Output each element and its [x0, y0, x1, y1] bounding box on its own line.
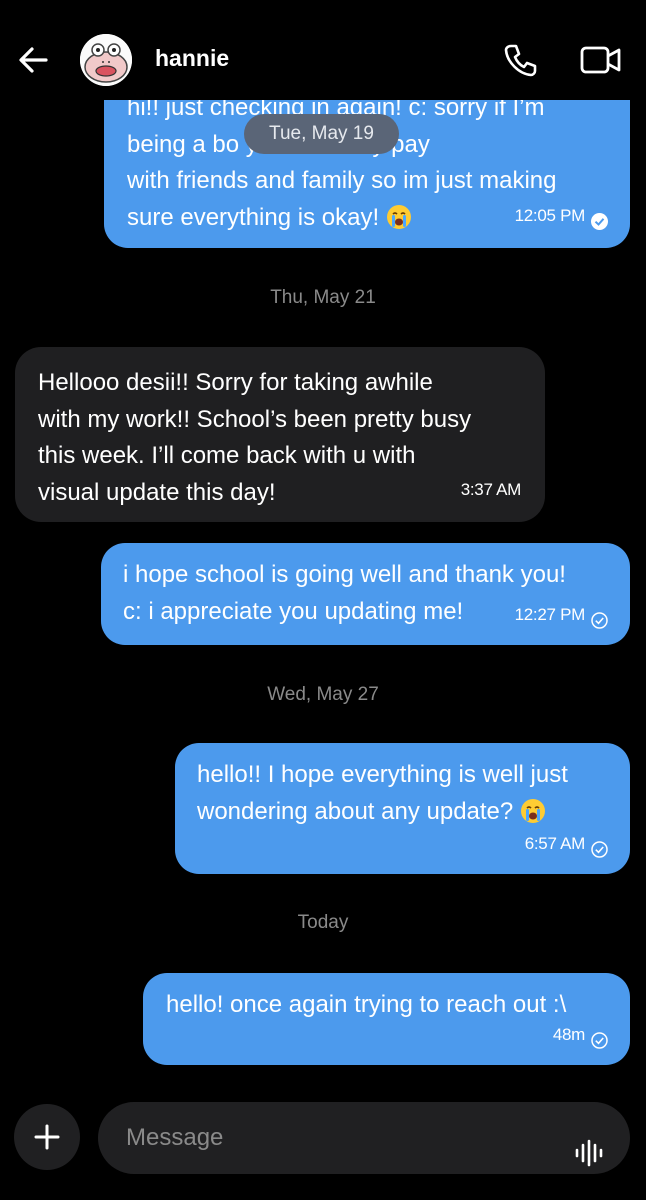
date-separator: Today — [297, 912, 349, 933]
read-check-icon — [591, 207, 608, 231]
message-bubble-incoming[interactable]: Hellooo desii!! Sorry for taking awhile … — [15, 347, 545, 522]
contact-name[interactable]: hannie — [155, 45, 229, 72]
sticky-date-pill: Tue, May 19 — [244, 114, 399, 154]
voice-wave-icon[interactable] — [574, 1124, 604, 1167]
message-time: 6:57 AM — [524, 833, 586, 853]
crying-face-emoji — [386, 204, 412, 230]
message-bubble-outgoing[interactable]: hello!! I hope everything is well just w… — [175, 743, 630, 874]
message-time: 12:27 PM — [514, 604, 586, 624]
message-meta: 12:27 PM — [515, 597, 608, 634]
message-text: i hope school is going well and thank yo… — [123, 561, 566, 625]
message-text: hello! once again trying to reach out :\ — [166, 991, 567, 1018]
message-meta: 3:37 AM — [460, 472, 522, 509]
date-separator: Thu, May 21 — [270, 287, 376, 308]
plus-icon[interactable] — [14, 1104, 80, 1170]
phone-icon[interactable] — [500, 40, 540, 80]
crying-face-emoji — [520, 798, 546, 824]
message-time: 3:37 AM — [460, 479, 522, 499]
message-time: 48m — [552, 1024, 585, 1044]
message-meta: 6:57 AM — [525, 826, 608, 863]
sent-check-icon — [591, 835, 608, 858]
date-separator: Wed, May 27 — [267, 684, 379, 705]
message-composer: Message — [0, 1090, 646, 1200]
message-input-placeholder: Message — [126, 1124, 224, 1151]
message-meta: 48m — [553, 1017, 608, 1054]
video-camera-icon[interactable] — [578, 40, 624, 80]
sent-check-icon — [591, 606, 608, 629]
avatar[interactable] — [80, 34, 132, 86]
message-bubble-outgoing[interactable]: hello! once again trying to reach out :\… — [143, 973, 630, 1065]
chat-header: hannie — [0, 0, 646, 100]
sent-check-icon — [591, 1026, 608, 1049]
message-input[interactable]: Message — [98, 1102, 630, 1174]
back-arrow-icon[interactable] — [14, 40, 54, 80]
message-text: Hellooo desii!! Sorry for taking awhile … — [38, 369, 472, 506]
message-time: 12:05 PM — [514, 205, 586, 225]
message-meta: 12:05 PM — [515, 198, 608, 235]
message-bubble-outgoing[interactable]: i hope school is going well and thank yo… — [101, 543, 630, 645]
